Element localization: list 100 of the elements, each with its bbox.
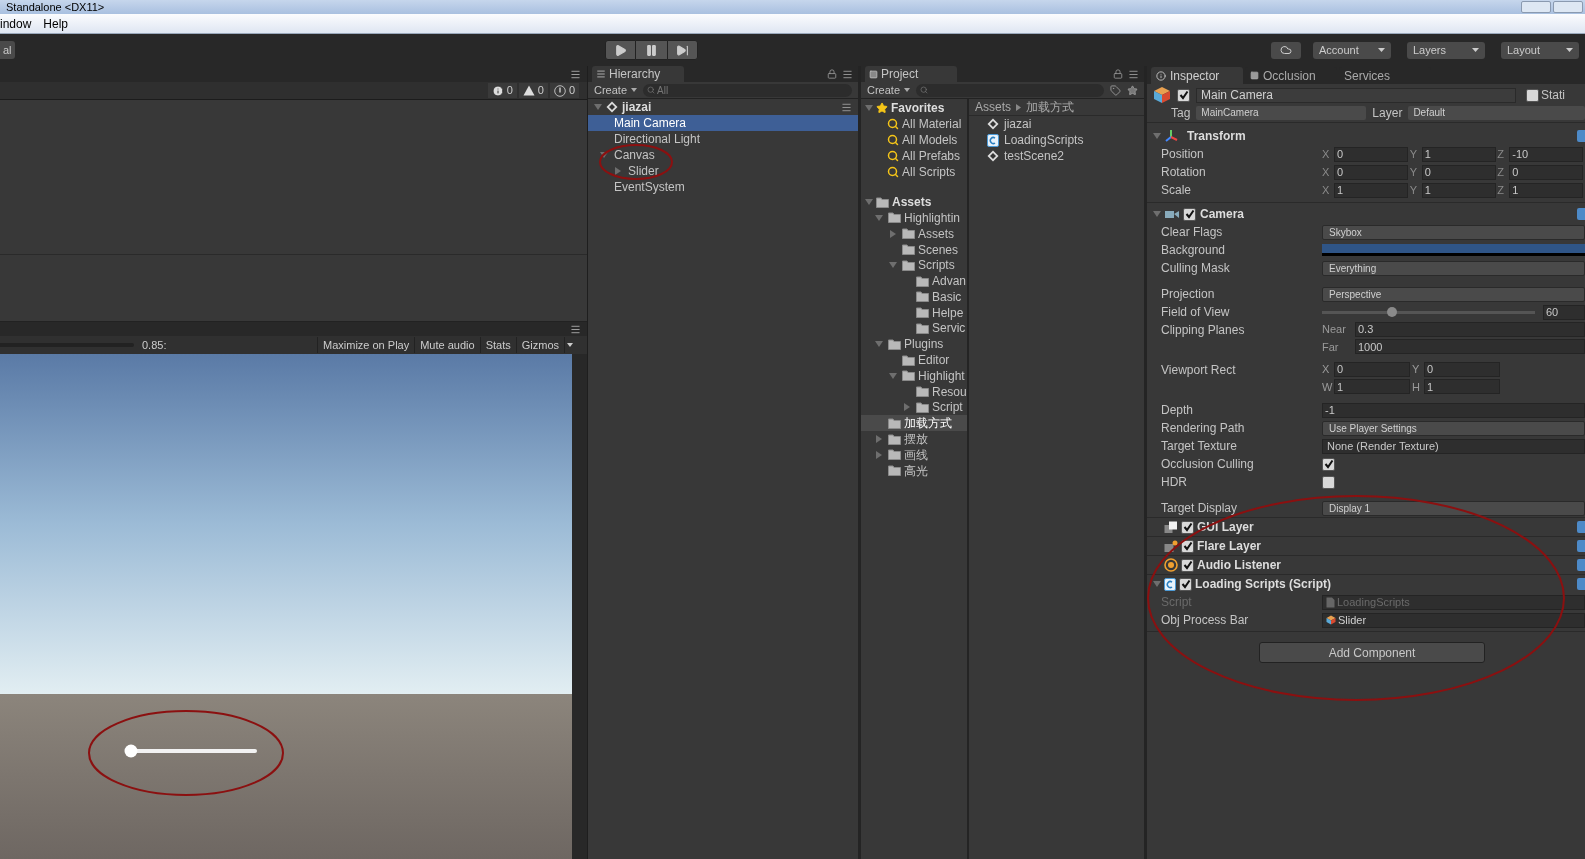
collapsed-arrow-icon[interactable] [875, 450, 883, 459]
expanded-arrow-icon[interactable] [594, 103, 602, 111]
dropdown[interactable]: Perspective [1322, 286, 1585, 302]
number-field[interactable]: 1 [1334, 379, 1410, 395]
dropdown-caret-icon[interactable] [904, 88, 911, 92]
tag-icon[interactable] [1110, 84, 1121, 96]
hierarchy-item[interactable]: Canvas [588, 147, 858, 163]
number-field[interactable]: 1 [1424, 379, 1500, 395]
expanded-arrow-icon[interactable] [865, 198, 873, 206]
lock-icon[interactable] [827, 69, 837, 79]
lock-icon[interactable] [1113, 69, 1123, 79]
component-header[interactable]: Flare Layer [1147, 537, 1585, 555]
panel-menu-icon[interactable] [570, 323, 581, 335]
favorites-item[interactable]: All Scripts [861, 164, 967, 180]
folder-tree-item[interactable]: Plugins [861, 336, 967, 353]
folder-tree-item[interactable]: 画线 [861, 446, 967, 463]
number-field[interactable]: -1 [1322, 402, 1585, 418]
folder-tree-item[interactable]: Servic [861, 320, 967, 337]
number-field[interactable]: 60 [1543, 304, 1585, 320]
game-view-button[interactable]: Gizmos [515, 336, 564, 354]
expanded-arrow-icon[interactable] [1153, 580, 1161, 588]
favorites-item[interactable]: All Material [861, 116, 967, 132]
checkbox[interactable] [1179, 577, 1192, 591]
breadcrumb-item[interactable]: 加载方式 [1026, 98, 1074, 116]
number-field[interactable]: 0 [1334, 361, 1410, 377]
collapsed-arrow-icon[interactable] [614, 167, 622, 175]
checkbox[interactable] [1322, 457, 1335, 471]
dropdown[interactable]: Skybox [1322, 224, 1585, 240]
toolbar-dropdown[interactable]: Account [1313, 41, 1391, 59]
checkbox[interactable] [1322, 475, 1335, 489]
folder-tree-item[interactable]: Advan [861, 273, 967, 289]
layer-dropdown[interactable]: Default [1408, 105, 1585, 120]
dropdown[interactable]: Display 1 [1322, 500, 1585, 516]
console-filter-toggle[interactable]: 0 [487, 83, 517, 98]
component-header[interactable]: Camera [1147, 205, 1585, 223]
number-field[interactable]: -10 [1509, 146, 1584, 162]
folder-tree-item[interactable]: 摆放 [861, 431, 967, 447]
folder-tree-item[interactable]: Scripts [861, 257, 967, 274]
folder-tree-item[interactable]: Highlightin [861, 210, 967, 226]
asset-file-item[interactable]: jiazai [969, 116, 1144, 132]
minimize-button[interactable] [1521, 1, 1551, 13]
project-tab[interactable]: Project [865, 66, 957, 82]
component-header[interactable]: Loading Scripts (Script) [1147, 575, 1585, 593]
cloud-button[interactable] [1271, 41, 1301, 59]
expanded-arrow-icon[interactable] [875, 213, 883, 222]
folder-tree-item[interactable]: Basic [861, 289, 967, 305]
menu-item[interactable]: indow [0, 14, 32, 33]
folder-tree-item[interactable]: 高光 [861, 462, 967, 479]
collapsed-arrow-icon[interactable] [903, 403, 911, 412]
menu-item[interactable]: Help [43, 14, 69, 33]
star-icon[interactable] [1127, 84, 1138, 96]
component-header[interactable]: Audio Listener [1147, 556, 1585, 574]
number-field[interactable]: 0 [1424, 361, 1500, 377]
hierarchy-item[interactable]: Directional Light [588, 131, 858, 147]
number-field[interactable]: 0 [1509, 164, 1584, 180]
number-field[interactable]: 1 [1509, 182, 1584, 198]
component-header[interactable]: Transform [1147, 127, 1585, 145]
hierarchy-item[interactable]: Main Camera [588, 115, 858, 131]
restore-button[interactable] [1553, 1, 1583, 13]
folder-tree-item[interactable]: Helpe [861, 304, 967, 321]
game-view-button[interactable]: Mute audio [414, 336, 480, 354]
expanded-arrow-icon[interactable] [865, 104, 873, 112]
collapsed-arrow-icon[interactable] [889, 229, 897, 238]
panel-menu-icon[interactable] [1128, 69, 1139, 80]
play-button[interactable] [605, 40, 636, 60]
dropdown[interactable]: Everything [1322, 260, 1585, 276]
panel-menu-icon[interactable] [842, 69, 853, 80]
number-field[interactable]: 1000 [1355, 339, 1585, 355]
search-field[interactable] [916, 83, 1104, 97]
step-button[interactable] [667, 40, 698, 60]
number-field[interactable]: 1 [1421, 146, 1496, 162]
folder-tree-item[interactable]: Highlight [861, 367, 967, 384]
folder-tree-item[interactable]: Editor [861, 352, 967, 368]
expanded-arrow-icon[interactable] [889, 261, 897, 270]
add-component-button[interactable]: Add Component [1259, 642, 1485, 663]
hierarchy-item[interactable]: Slider [588, 163, 858, 179]
folder-tree-item[interactable]: Scenes [861, 241, 967, 258]
expanded-arrow-icon[interactable] [875, 340, 883, 349]
hierarchy-tab[interactable]: Hierarchy [592, 66, 684, 82]
pause-button[interactable] [636, 40, 667, 60]
folder-tree-item[interactable]: Script [861, 399, 967, 416]
asset-file-item[interactable]: LoadingScripts [969, 132, 1144, 148]
slider-thumb[interactable] [1387, 306, 1398, 317]
collapsed-arrow-icon[interactable] [875, 435, 883, 444]
number-field[interactable]: 0 [1421, 164, 1496, 180]
scene-menu-icon[interactable] [841, 101, 852, 113]
checkbox[interactable] [1181, 520, 1194, 534]
folder-tree-item[interactable]: Resou [861, 383, 967, 400]
expanded-arrow-icon[interactable] [1153, 210, 1161, 218]
object-name-field[interactable]: Main Camera [1196, 87, 1516, 103]
dropdown[interactable]: Use Player Settings [1322, 420, 1585, 436]
number-field[interactable]: 0 [1334, 146, 1408, 162]
checkbox[interactable] [1183, 207, 1196, 221]
dropdown-caret-icon[interactable] [631, 88, 638, 92]
expanded-arrow-icon[interactable] [889, 371, 897, 380]
favorites-item[interactable]: All Prefabs [861, 148, 967, 164]
number-field[interactable]: 0 [1334, 164, 1408, 180]
color-swatch[interactable] [1322, 244, 1585, 256]
checkbox[interactable] [1177, 88, 1190, 102]
asset-file-item[interactable]: testScene2 [969, 148, 1144, 164]
